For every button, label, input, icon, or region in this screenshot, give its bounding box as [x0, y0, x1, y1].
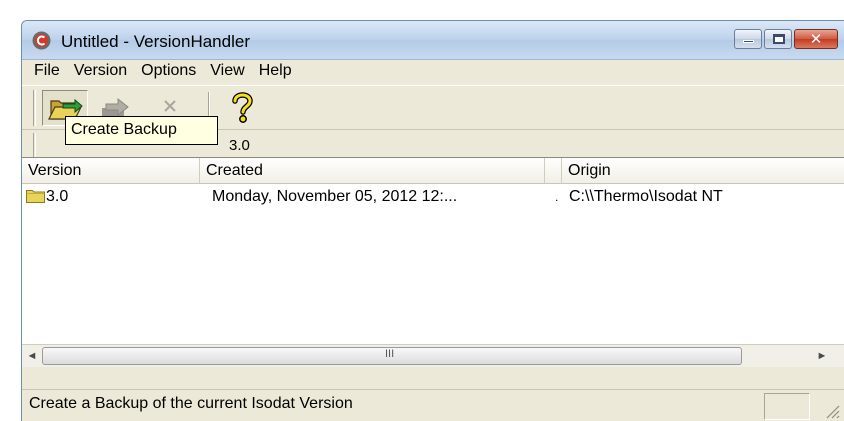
- toolbar: 3.0 Create Backup: [22, 85, 844, 157]
- truncation-dot: .: [555, 190, 559, 204]
- app-window: Untitled - VersionHandler ✕ File Version…: [21, 20, 844, 421]
- folder-icon: [26, 190, 45, 203]
- toolbar-grip[interactable]: [33, 90, 36, 126]
- table-row[interactable]: 3.0 Monday, November 05, 2012 12:... . C…: [22, 184, 844, 210]
- resize-grip-icon[interactable]: [824, 403, 840, 419]
- created-cell: Monday, November 05, 2012 12:...: [212, 188, 458, 205]
- close-button[interactable]: ✕: [794, 29, 838, 49]
- list-header: Version Created Origin: [22, 158, 844, 184]
- tooltip: Create Backup: [65, 116, 218, 145]
- column-header-spacer[interactable]: [545, 158, 562, 184]
- horizontal-scrollbar[interactable]: ◄ III ►: [22, 344, 844, 367]
- minimize-button[interactable]: [734, 29, 762, 49]
- menu-view[interactable]: View: [204, 60, 252, 84]
- maximize-button[interactable]: [764, 29, 792, 49]
- version-cell: 3.0: [46, 188, 69, 205]
- column-header-origin[interactable]: Origin: [562, 158, 844, 184]
- column-header-created[interactable]: Created: [200, 158, 545, 184]
- question-mark-icon: [232, 92, 253, 123]
- menu-file[interactable]: File: [28, 60, 68, 84]
- window-controls: ✕: [734, 29, 838, 49]
- menu-version[interactable]: Version: [68, 60, 135, 84]
- minimize-icon: [743, 40, 754, 43]
- window-title: Untitled - VersionHandler: [61, 32, 250, 51]
- version-list[interactable]: Version Created Origin 3.0 Monday, Novem…: [22, 157, 844, 344]
- origin-cell: C:\\Thermo\Isodat NT: [569, 188, 723, 205]
- help-button[interactable]: [220, 90, 266, 126]
- menu-bar: File Version Options View Help: [22, 60, 844, 84]
- scroll-right-icon[interactable]: ►: [812, 348, 832, 365]
- versionhandler-app-icon: [32, 31, 51, 50]
- status-bar: Create a Backup of the current Isodat Ve…: [22, 389, 844, 421]
- maximize-icon: [773, 34, 785, 44]
- scrollbar-thumb[interactable]: III: [42, 347, 742, 365]
- close-icon: ✕: [809, 31, 823, 48]
- scroll-left-icon[interactable]: ◄: [22, 348, 42, 365]
- title-bar[interactable]: Untitled - VersionHandler ✕: [22, 21, 844, 60]
- status-text: Create a Backup of the current Isodat Ve…: [29, 395, 353, 412]
- scrollbar-grip-icon: III: [385, 348, 395, 360]
- status-pane: [764, 393, 810, 420]
- column-header-version[interactable]: Version: [22, 158, 200, 184]
- menu-options[interactable]: Options: [135, 60, 204, 84]
- toolbar-grip-2[interactable]: [33, 133, 36, 157]
- version-combo[interactable]: 3.0: [229, 137, 250, 154]
- menu-help[interactable]: Help: [253, 60, 300, 84]
